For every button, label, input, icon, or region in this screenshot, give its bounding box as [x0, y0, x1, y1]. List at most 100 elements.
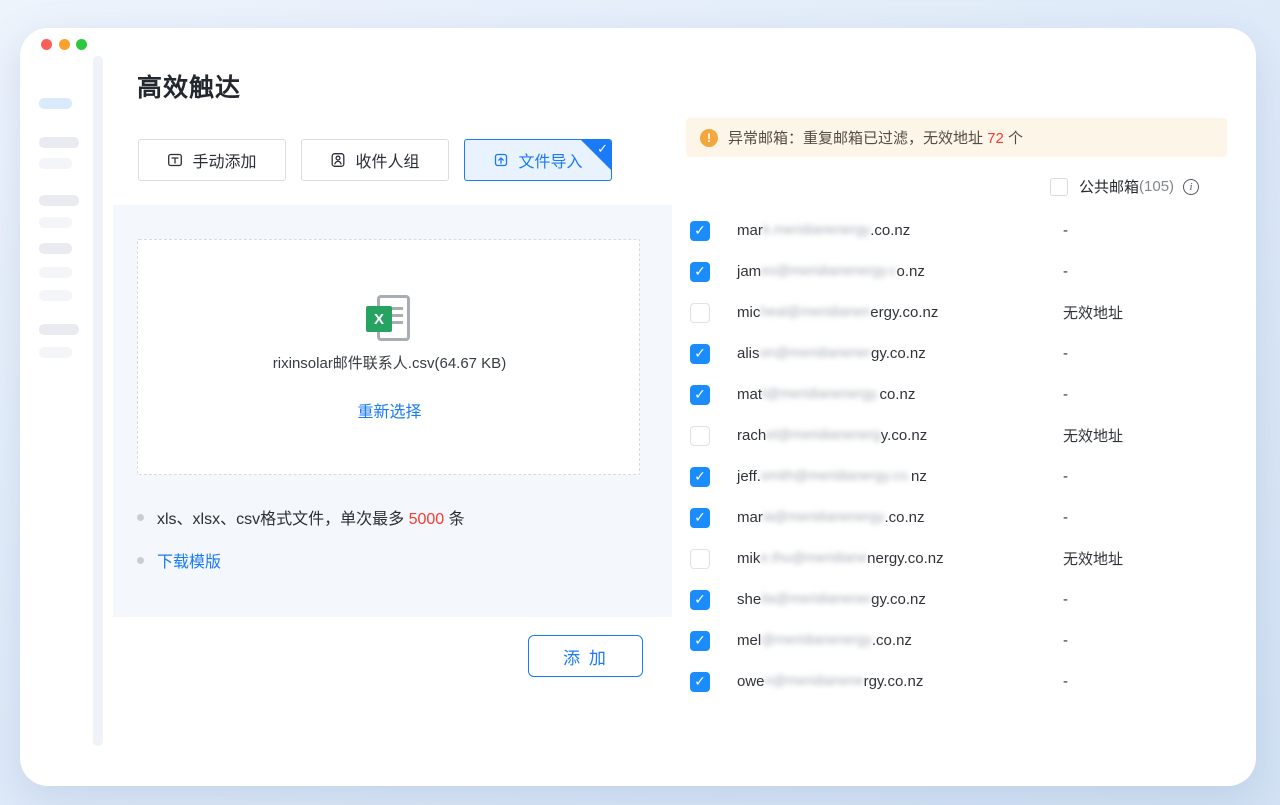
contact-checkbox[interactable]: ✓ [690, 385, 710, 405]
email-prefix: mel [737, 632, 761, 649]
email-blurred-middle: n@meridianene [765, 672, 864, 688]
sidebar-placeholder-bar [39, 137, 79, 148]
email-prefix: mar [737, 222, 763, 239]
contact-row: ✓ matt@meridianenergy.co.nz - [690, 374, 1235, 415]
info-icon[interactable]: i [1183, 179, 1199, 195]
tab-file-import[interactable]: 文件导入 ✓ [464, 139, 612, 181]
window-zoom-dot[interactable] [76, 39, 87, 50]
file-import-icon [493, 152, 509, 168]
sidebar-placeholder-bar [39, 347, 72, 358]
email-blurred-middle: ia@meridianenergy [763, 508, 885, 524]
warning-icon: ! [700, 129, 718, 147]
contact-checkbox[interactable]: ✓ [690, 221, 710, 241]
contact-email: alison@meridianenergy.co.nz [737, 345, 926, 362]
contact-row: ✓ james@meridianenergy.co.nz - [690, 251, 1235, 292]
upload-panel: X rixinsolar邮件联系人.csv(64.67 KB) 重新选择 xls… [113, 205, 672, 617]
excel-x-badge: X [366, 306, 392, 332]
contact-status: - [1063, 509, 1068, 526]
contact-checkbox[interactable]: ✓ [690, 344, 710, 364]
email-suffix: o.nz [897, 263, 925, 280]
tab-recipient-group[interactable]: 收件人组 [301, 139, 449, 181]
tab-manual-add[interactable]: 手动添加 [138, 139, 286, 181]
contact-row: ✓ owen@meridianenergy.co.nz - [690, 661, 1235, 702]
email-blurred-middle: heal@meridianen [760, 303, 870, 319]
download-template-link[interactable]: 下载模版 [157, 548, 221, 572]
download-template-row: 下载模版 [137, 548, 221, 572]
contact-checkbox[interactable] [690, 549, 710, 569]
email-suffix: co.nz [879, 386, 915, 403]
window-close-dot[interactable] [41, 39, 52, 50]
sidebar-placeholder-bar [39, 324, 79, 335]
email-blurred-middle: es@meridianenergy.c [761, 262, 896, 278]
email-prefix: mik [737, 550, 760, 567]
email-blurred-middle: ila@meridianener [761, 590, 871, 606]
bullet-dot [137, 557, 144, 564]
alert-text-suffix: 个 [1004, 130, 1023, 147]
email-blurred-middle: k.meridianenergy [763, 221, 870, 237]
sidebar-placeholder-bar [39, 243, 72, 254]
contact-status: - [1063, 591, 1068, 608]
contact-checkbox[interactable]: ✓ [690, 590, 710, 610]
window-minimize-dot[interactable] [59, 39, 70, 50]
contact-checkbox[interactable]: ✓ [690, 467, 710, 487]
email-blurred-middle: smith@meridianergy.co. [761, 467, 911, 483]
email-prefix: mic [737, 304, 760, 321]
email-suffix: rgy.co.nz [864, 673, 924, 690]
email-blurred-middle: e.thu@meridiane [760, 549, 867, 565]
contact-checkbox[interactable] [690, 426, 710, 446]
app-background: 高效触达 手动添加 收件人组 文件导入 ✓ [0, 0, 1280, 805]
contact-row: ✓ mel@meridianenergy.co.nz - [690, 620, 1235, 661]
contact-status: - [1063, 345, 1068, 362]
contact-email: sheila@meridianenergy.co.nz [737, 591, 926, 608]
alert-text: 异常邮箱：重复邮箱已过滤，无效地址 [728, 130, 987, 147]
contact-status: - [1063, 673, 1068, 690]
format-note-limit: 5000 [409, 511, 445, 528]
email-blurred-middle: el@meridianenerg [766, 426, 881, 442]
email-prefix: jam [737, 263, 761, 280]
sidebar-placeholder-bar [39, 217, 72, 228]
public-mailbox-count: (105) [1139, 178, 1174, 195]
manual-add-icon [167, 152, 183, 168]
contact-row: ✓ alison@meridianenergy.co.nz - [690, 333, 1235, 374]
contact-checkbox[interactable]: ✓ [690, 262, 710, 282]
public-mailbox-label: 公共邮箱 [1079, 176, 1139, 197]
page-title: 高效触达 [137, 68, 241, 104]
contact-row: ✓ jeff.smith@meridianergy.co.nz - [690, 456, 1235, 497]
uploaded-file-name: rixinsolar邮件联系人.csv(64.67 KB) [138, 352, 641, 373]
sidebar-item-active[interactable] [39, 98, 72, 109]
email-suffix: nz [911, 468, 927, 485]
contact-email: owen@meridianenergy.co.nz [737, 673, 923, 690]
contact-checkbox[interactable]: ✓ [690, 631, 710, 651]
format-note: xls、xlsx、csv格式文件，单次最多 5000 条 [137, 505, 465, 529]
excel-file-icon: X [366, 294, 414, 343]
contact-row: ✓ mark.meridianenergy.co.nz - [690, 210, 1235, 251]
contact-email: micheal@meridianenergy.co.nz [737, 304, 938, 321]
sidebar-placeholder-bar [39, 195, 79, 206]
contact-status: - [1063, 386, 1068, 403]
contact-checkbox[interactable]: ✓ [690, 508, 710, 528]
recipient-group-icon [330, 152, 346, 168]
email-suffix: ergy.co.nz [870, 304, 938, 321]
contact-status: - [1063, 222, 1068, 239]
contact-checkbox[interactable] [690, 303, 710, 323]
email-prefix: rach [737, 427, 766, 444]
excel-doc-line [392, 321, 403, 324]
reselect-file-link[interactable]: 重新选择 [138, 398, 641, 422]
contact-email: mike.thu@meridianenergy.co.nz [737, 550, 944, 567]
public-mailbox-checkbox[interactable] [1050, 178, 1068, 196]
contact-status: 无效地址 [1063, 302, 1123, 323]
contact-checkbox[interactable]: ✓ [690, 672, 710, 692]
tab-label: 手动添加 [192, 148, 256, 172]
email-blurred-middle: @meridianenergy [761, 631, 872, 647]
contact-row: ✓ maria@meridianenergy.co.nz - [690, 497, 1235, 538]
email-suffix: .co.nz [870, 222, 910, 239]
add-button[interactable]: 添 加 [528, 635, 643, 677]
excel-doc-line [392, 307, 403, 310]
sidebar-placeholder-bar [39, 290, 72, 301]
file-dropzone[interactable]: X rixinsolar邮件联系人.csv(64.67 KB) 重新选择 [137, 239, 640, 475]
contact-email: jeff.smith@meridianergy.co.nz [737, 468, 927, 485]
email-blurred-middle: on@meridianener [760, 344, 872, 360]
email-suffix: gy.co.nz [871, 345, 926, 362]
selected-check-icon: ✓ [597, 141, 608, 157]
contact-status: - [1063, 468, 1068, 485]
